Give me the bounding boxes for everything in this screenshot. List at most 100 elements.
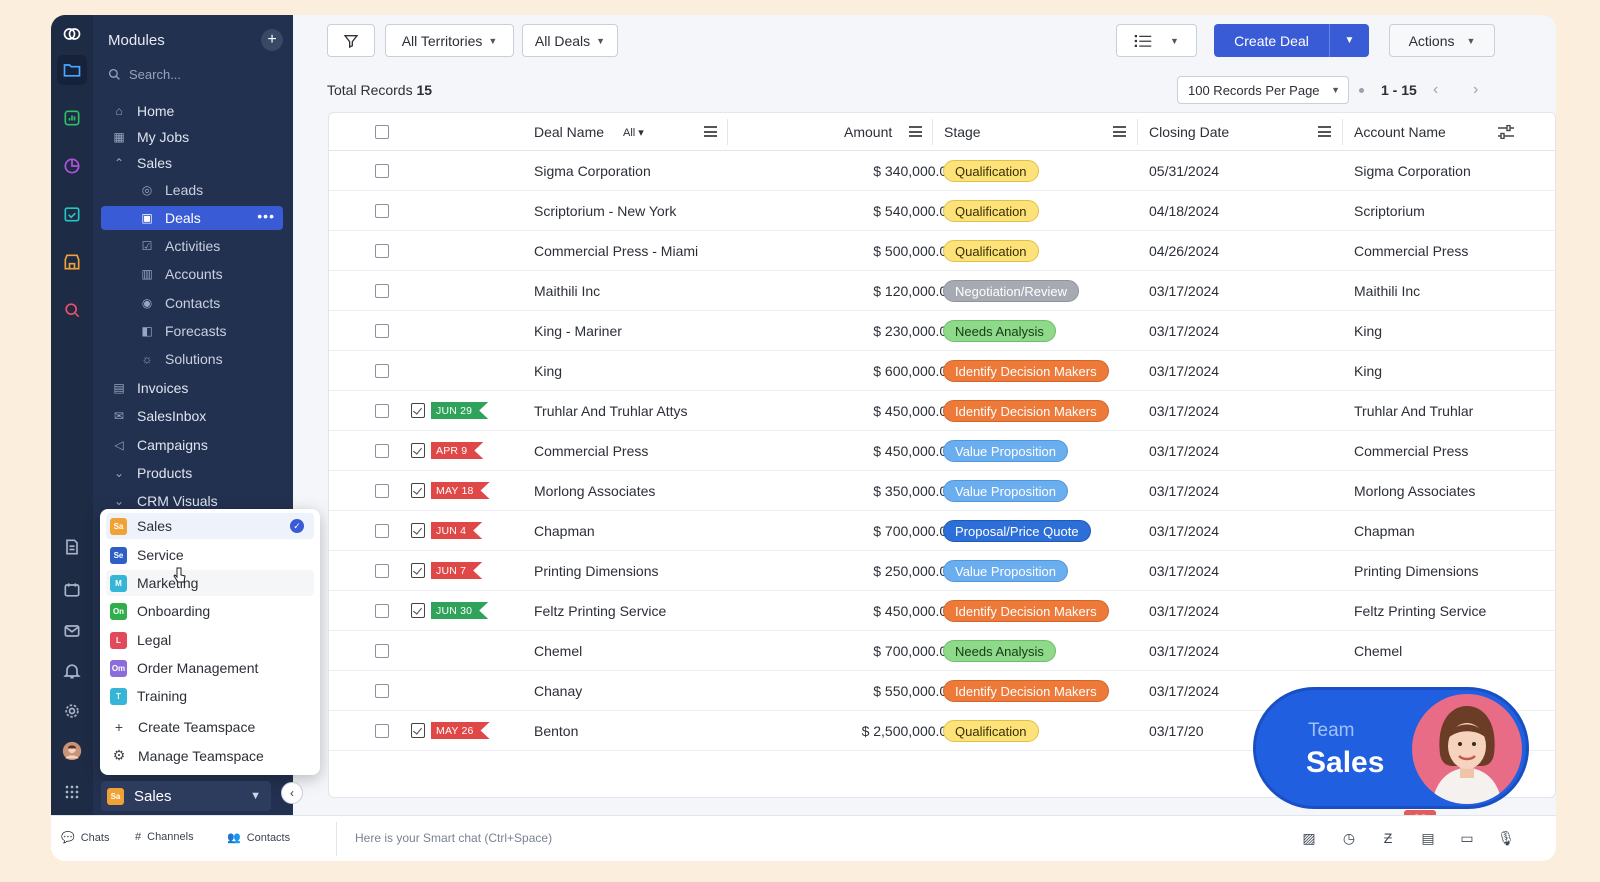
table-row[interactable]: King - Mariner $ 230,000.00 Needs Analysis…	[329, 311, 1555, 351]
row-checkbox[interactable]	[375, 524, 389, 538]
teamspace-item-training[interactable]: T Training	[106, 683, 314, 709]
actions-dropdown[interactable]: Actions ▼	[1389, 24, 1495, 57]
teamspace-item-marketing[interactable]: M Marketing	[106, 570, 314, 596]
row-checkbox[interactable]	[375, 564, 389, 578]
store-icon[interactable]	[57, 247, 87, 277]
task-check-icon[interactable]	[411, 443, 425, 458]
deal-name-cell[interactable]: Sigma Corporation	[534, 163, 651, 179]
deal-name-cell[interactable]: Morlong Associates	[534, 483, 655, 499]
sidebar-item-activities[interactable]: ☑ Activities	[101, 234, 283, 258]
deal-name-cell[interactable]: Feltz Printing Service	[534, 603, 666, 619]
account-name-cell[interactable]: Maithili Inc	[1354, 283, 1420, 299]
table-row[interactable]: JUN 29 Truhlar And Truhlar Attys $ 450,000…	[329, 391, 1555, 431]
task-check-icon[interactable]	[411, 603, 425, 618]
deal-name-cell[interactable]: Printing Dimensions	[534, 563, 659, 579]
microphone-icon[interactable]: 🎙	[1496, 828, 1516, 848]
account-name-cell[interactable]: Truhlar And Truhlar	[1354, 403, 1473, 419]
table-row[interactable]: JUN 30 Feltz Printing Service $ 450,000.00…	[329, 591, 1555, 631]
account-name-cell[interactable]: Sigma Corporation	[1354, 163, 1471, 179]
sidebar-item-forecasts[interactable]: ◧ Forecasts	[101, 319, 283, 343]
deal-name-cell[interactable]: Benton	[534, 723, 578, 739]
column-menu-icon[interactable]	[909, 126, 922, 137]
deal-name-cell[interactable]: King	[534, 363, 562, 379]
table-row[interactable]: MAY 18 Morlong Associates $ 350,000.00 Valu…	[329, 471, 1555, 511]
logo-icon[interactable]	[57, 19, 87, 49]
folder-icon[interactable]	[57, 55, 87, 85]
contacts-button[interactable]: 👥 Contacts	[227, 831, 290, 845]
deal-name-cell[interactable]: Commercial Press	[534, 443, 648, 459]
deal-name-cell[interactable]: Maithili Inc	[534, 283, 600, 299]
teamspace-item-onboarding[interactable]: On Onboarding	[106, 598, 314, 624]
account-name-cell[interactable]: Chapman	[1354, 523, 1415, 539]
deal-name-cell[interactable]: Chapman	[534, 523, 595, 539]
records-per-page-dropdown[interactable]: 100 Records Per Page ▼	[1177, 76, 1349, 104]
sidebar-item-contacts[interactable]: ◉ Contacts	[101, 291, 283, 315]
table-row[interactable]: Maithili Inc $ 120,000.00 Negotiation/Revi…	[329, 271, 1555, 311]
previous-page-icon[interactable]: ‹	[1433, 81, 1438, 99]
row-checkbox[interactable]	[375, 324, 389, 338]
account-name-cell[interactable]: King	[1354, 323, 1382, 339]
sidebar-item-my-jobs[interactable]: ▦ My Jobs	[101, 125, 283, 149]
table-row[interactable]: Chemel $ 700,000.00 Needs Analysis 03/17/20…	[329, 631, 1555, 671]
alarm-icon[interactable]: ◷	[1339, 828, 1359, 848]
mail-icon[interactable]	[57, 616, 87, 646]
account-name-cell[interactable]: Chemel	[1354, 643, 1402, 659]
view-switcher[interactable]: ▼	[1116, 24, 1197, 57]
task-check-icon[interactable]	[411, 483, 425, 498]
more-options-icon[interactable]: •••	[257, 208, 275, 224]
teamspace-item-sales[interactable]: Sa Sales ✓	[106, 513, 314, 539]
current-teamspace-selector[interactable]: Sa Sales ▼	[101, 781, 271, 811]
column-deal-name[interactable]: Deal Name	[534, 124, 604, 140]
row-checkbox[interactable]	[375, 204, 389, 218]
notes-icon[interactable]	[57, 532, 87, 562]
document-icon[interactable]: ▤	[1418, 828, 1438, 848]
account-name-cell[interactable]: Scriptorium	[1354, 203, 1425, 219]
row-checkbox[interactable]	[375, 724, 389, 738]
teamspace-item-order-management[interactable]: Om Order Management	[106, 655, 314, 681]
sidebar-item-sales[interactable]: ⌃ Sales	[101, 151, 283, 175]
create-deal-button[interactable]: Create Deal	[1214, 24, 1329, 57]
teamspace-item-legal[interactable]: L Legal	[106, 627, 314, 653]
column-menu-icon[interactable]	[704, 126, 717, 137]
table-row[interactable]: Sigma Corporation $ 340,000.00 Qualificati…	[329, 151, 1555, 191]
sidebar-item-solutions[interactable]: ☼ Solutions	[101, 347, 283, 371]
account-name-cell[interactable]: Morlong Associates	[1354, 483, 1475, 499]
row-checkbox[interactable]	[375, 444, 389, 458]
image-icon[interactable]: ▨	[1299, 828, 1319, 848]
row-checkbox[interactable]	[375, 484, 389, 498]
account-name-cell[interactable]: Commercial Press	[1354, 243, 1468, 259]
task-check-icon[interactable]	[411, 723, 425, 738]
column-account-name[interactable]: Account Name	[1354, 124, 1446, 140]
account-name-cell[interactable]: Printing Dimensions	[1354, 563, 1479, 579]
collapse-sidebar-button[interactable]: ‹	[281, 782, 303, 804]
create-teamspace-button[interactable]: + Create Teamspace	[112, 719, 255, 735]
smart-chat-input[interactable]: Here is your Smart chat (Ctrl+Space)	[355, 831, 552, 845]
search-zoom-icon[interactable]	[57, 295, 87, 325]
column-menu-icon[interactable]	[1113, 126, 1126, 137]
add-module-button[interactable]: +	[261, 29, 283, 51]
deal-name-cell[interactable]: Chemel	[534, 643, 582, 659]
sidebar-item-campaigns[interactable]: ◁ Campaigns	[101, 433, 283, 457]
zia-icon[interactable]: Ƶ	[1378, 828, 1398, 848]
filter-button[interactable]	[327, 24, 375, 57]
row-checkbox[interactable]	[375, 404, 389, 418]
task-check-icon[interactable]	[411, 523, 425, 538]
row-checkbox[interactable]	[375, 604, 389, 618]
task-check-icon[interactable]	[411, 563, 425, 578]
territories-dropdown[interactable]: All Territories ▼	[385, 24, 514, 57]
account-name-cell[interactable]: King	[1354, 363, 1382, 379]
calendar-icon[interactable]	[57, 575, 87, 605]
column-menu-icon[interactable]	[1318, 126, 1331, 137]
table-row[interactable]: King $ 600,000.00 Identify Decision Makers…	[329, 351, 1555, 391]
deal-name-cell[interactable]: Chanay	[534, 683, 582, 699]
apps-grid-icon[interactable]	[57, 777, 87, 807]
sidebar-item-home[interactable]: ⌂ Home	[101, 99, 283, 123]
row-checkbox[interactable]	[375, 364, 389, 378]
analytics-icon[interactable]	[57, 151, 87, 181]
avatar[interactable]	[57, 736, 87, 766]
row-checkbox[interactable]	[375, 284, 389, 298]
table-row[interactable]: Scriptorium - New York $ 540,000.00 Qualif…	[329, 191, 1555, 231]
deal-name-cell[interactable]: Truhlar And Truhlar Attys	[534, 403, 688, 419]
chats-button[interactable]: 💬 Chats	[61, 831, 109, 845]
deal-name-cell[interactable]: Commercial Press - Miami	[534, 243, 698, 259]
